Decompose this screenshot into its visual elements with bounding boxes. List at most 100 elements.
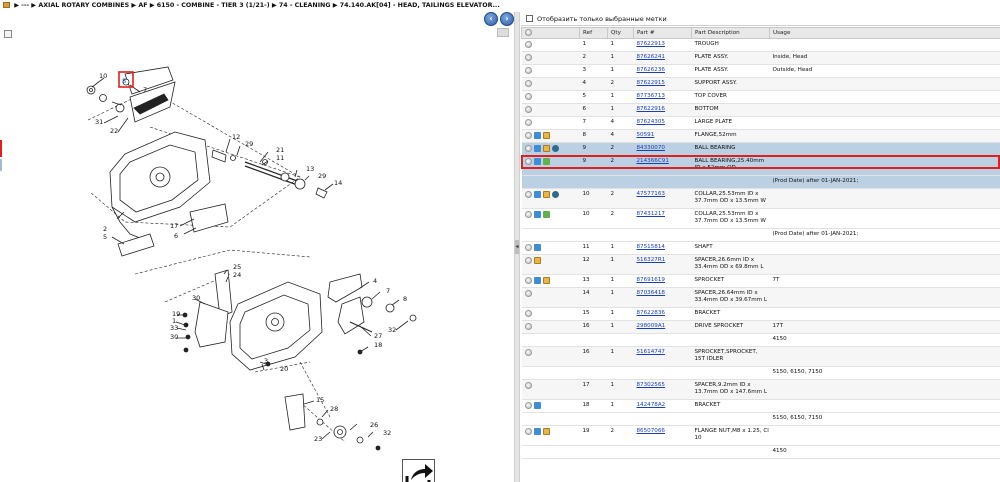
select-row-icon[interactable] [524, 382, 532, 389]
select-row-icon[interactable] [524, 41, 532, 48]
table-row[interactable]: 6 1 87622916 BOTTOM [521, 103, 1000, 117]
part-number-link[interactable]: 87691619 [633, 274, 692, 288]
column-header-ref[interactable]: Ref [579, 27, 608, 39]
part-number-link[interactable]: 87036418 [633, 287, 692, 308]
select-row-icon[interactable] [524, 211, 532, 218]
replacement-icon[interactable] [533, 428, 541, 435]
breadcrumb-item[interactable]: ▶ AXIAL ROTARY COMBINES [31, 2, 129, 9]
replacement-icon[interactable] [533, 191, 541, 198]
show-selected-only-checkbox[interactable] [526, 15, 533, 22]
select-row-icon[interactable] [524, 158, 532, 165]
part-number-link[interactable]: 87622916 [633, 103, 692, 117]
part-number-link[interactable]: 87626241 [633, 51, 692, 65]
collapse-handle-icon[interactable]: ◂ [515, 240, 519, 254]
package-icon[interactable] [542, 428, 550, 435]
table-row[interactable]: 1 1 87622913 TROUGH [521, 38, 1000, 52]
table-row[interactable]: 4 2 87622915 SUPPORT ASSY. [521, 77, 1000, 91]
replacement-icon[interactable] [533, 145, 541, 152]
breadcrumb-item[interactable]: ▶ AF [131, 2, 147, 9]
table-row-note[interactable]: (Prod Date) after 01-JAN-2021; [521, 175, 1000, 189]
package-icon[interactable] [542, 277, 550, 284]
replacement-icon[interactable] [533, 277, 541, 284]
exploded-parts-diagram[interactable]: 10 8 31 22 7 12 29 21 11 13 29 14 2 5 17… [0, 12, 514, 482]
table-row-note[interactable]: 4150 [521, 333, 1000, 347]
column-header-usage[interactable]: Usage [769, 27, 1000, 39]
part-number-link[interactable]: 87515814 [633, 241, 692, 255]
select-row-icon[interactable] [524, 106, 532, 113]
table-row[interactable]: 9 2 84330070 BALL BEARING [521, 142, 1000, 156]
column-header-qty[interactable]: Qty [607, 27, 634, 39]
part-number-link[interactable]: 87626236 [633, 64, 692, 78]
replacement-icon[interactable] [533, 211, 541, 218]
table-row[interactable]: 11 1 87515814 SHAFT [521, 241, 1000, 255]
table-row[interactable]: 10 2 47577163 COLLAR,25.53mm ID x 37.7mm OD… [521, 188, 1000, 209]
select-row-icon[interactable] [524, 191, 532, 198]
select-row-icon[interactable] [524, 310, 532, 317]
package-icon[interactable] [533, 257, 541, 264]
table-row-note[interactable]: 5150, 6150, 7150 [521, 366, 1000, 380]
replacement-icon[interactable] [533, 402, 541, 409]
table-row[interactable]: 17 1 87302565 SPACER,9.2mm ID x 13.7mm OD x… [521, 379, 1000, 400]
table-row[interactable]: 14 1 87036418 SPACER,26.64mm ID x 33.4mm OD… [521, 287, 1000, 308]
select-row-icon[interactable] [524, 349, 532, 356]
table-row[interactable]: 2 1 87626241 PLATE ASSY. Inside, Head [521, 51, 1000, 65]
export-diagram-button[interactable] [402, 459, 435, 482]
column-header-select[interactable] [521, 27, 580, 39]
table-row[interactable]: 19 2 86507066 FLANGE NUT,M8 x 1.25, Cl 10 [521, 425, 1000, 446]
package-icon[interactable] [542, 132, 550, 139]
part-number-link[interactable]: 47577163 [633, 188, 692, 209]
part-number-link[interactable]: 87302565 [633, 379, 692, 400]
part-number-link[interactable]: 87431217 [633, 208, 692, 229]
table-row[interactable]: 13 1 87691619 SPROCKET 7T [521, 274, 1000, 288]
select-row-icon[interactable] [524, 132, 532, 139]
replacement-icon[interactable] [533, 244, 541, 251]
part-number-link[interactable]: 87622836 [633, 307, 692, 321]
home-icon[interactable] [3, 2, 10, 8]
part-number-link[interactable]: 87736713 [633, 90, 692, 104]
part-number-link[interactable]: 50591 [633, 129, 692, 143]
breadcrumb-item[interactable]: ▶ --- [14, 2, 29, 9]
breadcrumb-item[interactable]: ▶ 74 - CLEANING [272, 2, 331, 9]
select-row-icon[interactable] [524, 290, 532, 297]
package-icon[interactable] [542, 145, 550, 152]
select-row-icon[interactable] [524, 428, 532, 435]
table-row[interactable]: 12 1 516327R1 SPACER,26.6mm ID x 33.4mm OD … [521, 254, 1000, 275]
select-all-icon[interactable] [525, 29, 532, 36]
table-row[interactable]: 3 1 87626236 PLATE ASSY. Outside, Head [521, 64, 1000, 78]
part-number-link[interactable]: 87624305 [633, 116, 692, 130]
table-row-note[interactable]: (Prod Date) after 01-JAN-2021; [521, 228, 1000, 242]
part-number-link[interactable]: 51614747 [633, 346, 692, 367]
info-icon[interactable] [551, 191, 559, 198]
table-row-note[interactable]: 4150 [521, 445, 1000, 459]
select-row-icon[interactable] [524, 67, 532, 74]
table-row[interactable]: 16 1 298009A1 DRIVE SPROCKET 17T [521, 320, 1000, 334]
table-row[interactable]: 10 2 87431217 COLLAR,25.53mm ID x 37.7mm OD… [521, 208, 1000, 229]
select-row-icon[interactable] [524, 93, 532, 100]
part-number-link[interactable]: 516327R1 [633, 254, 692, 275]
table-row[interactable]: 15 1 87622836 BRACKET [521, 307, 1000, 321]
column-header-part-number[interactable]: Part # [633, 27, 692, 39]
select-row-icon[interactable] [524, 402, 532, 409]
part-number-link[interactable]: 86507066 [633, 425, 692, 446]
table-row[interactable]: 5 1 87736713 TOP COVER [521, 90, 1000, 104]
table-row[interactable]: 9 2 214366C91 BALL BEARING,25.40mm ID x 52m… [521, 155, 1000, 176]
select-row-icon[interactable] [524, 277, 532, 284]
select-row-icon[interactable] [524, 244, 532, 251]
replacement-icon[interactable] [533, 158, 541, 165]
part-number-link[interactable]: 87622915 [633, 77, 692, 91]
select-row-icon[interactable] [524, 80, 532, 87]
breadcrumb-item[interactable]: ▶ 6150 - COMBINE - TIER 3 (1/21-) [150, 2, 270, 9]
part-number-link[interactable]: 214366C91 [633, 155, 692, 176]
select-row-icon[interactable] [524, 54, 532, 61]
panel-splitter[interactable]: ◂ [514, 12, 520, 482]
info-icon[interactable] [551, 145, 559, 152]
package-icon[interactable] [542, 191, 550, 198]
select-row-icon[interactable] [524, 257, 532, 264]
replacement-icon[interactable] [533, 132, 541, 139]
table-row[interactable]: 8 4 50591 FLANGE,52mm [521, 129, 1000, 143]
breadcrumb-item[interactable]: ▶ 74.140.AK[04] - HEAD, TAILINGS ELEVATO… [333, 2, 500, 9]
table-row[interactable]: 7 4 87624305 LARGE PLATE [521, 116, 1000, 130]
forward-arrow-icon[interactable] [542, 211, 550, 218]
select-row-icon[interactable] [524, 119, 532, 126]
part-number-link[interactable]: 298009A1 [633, 320, 692, 334]
